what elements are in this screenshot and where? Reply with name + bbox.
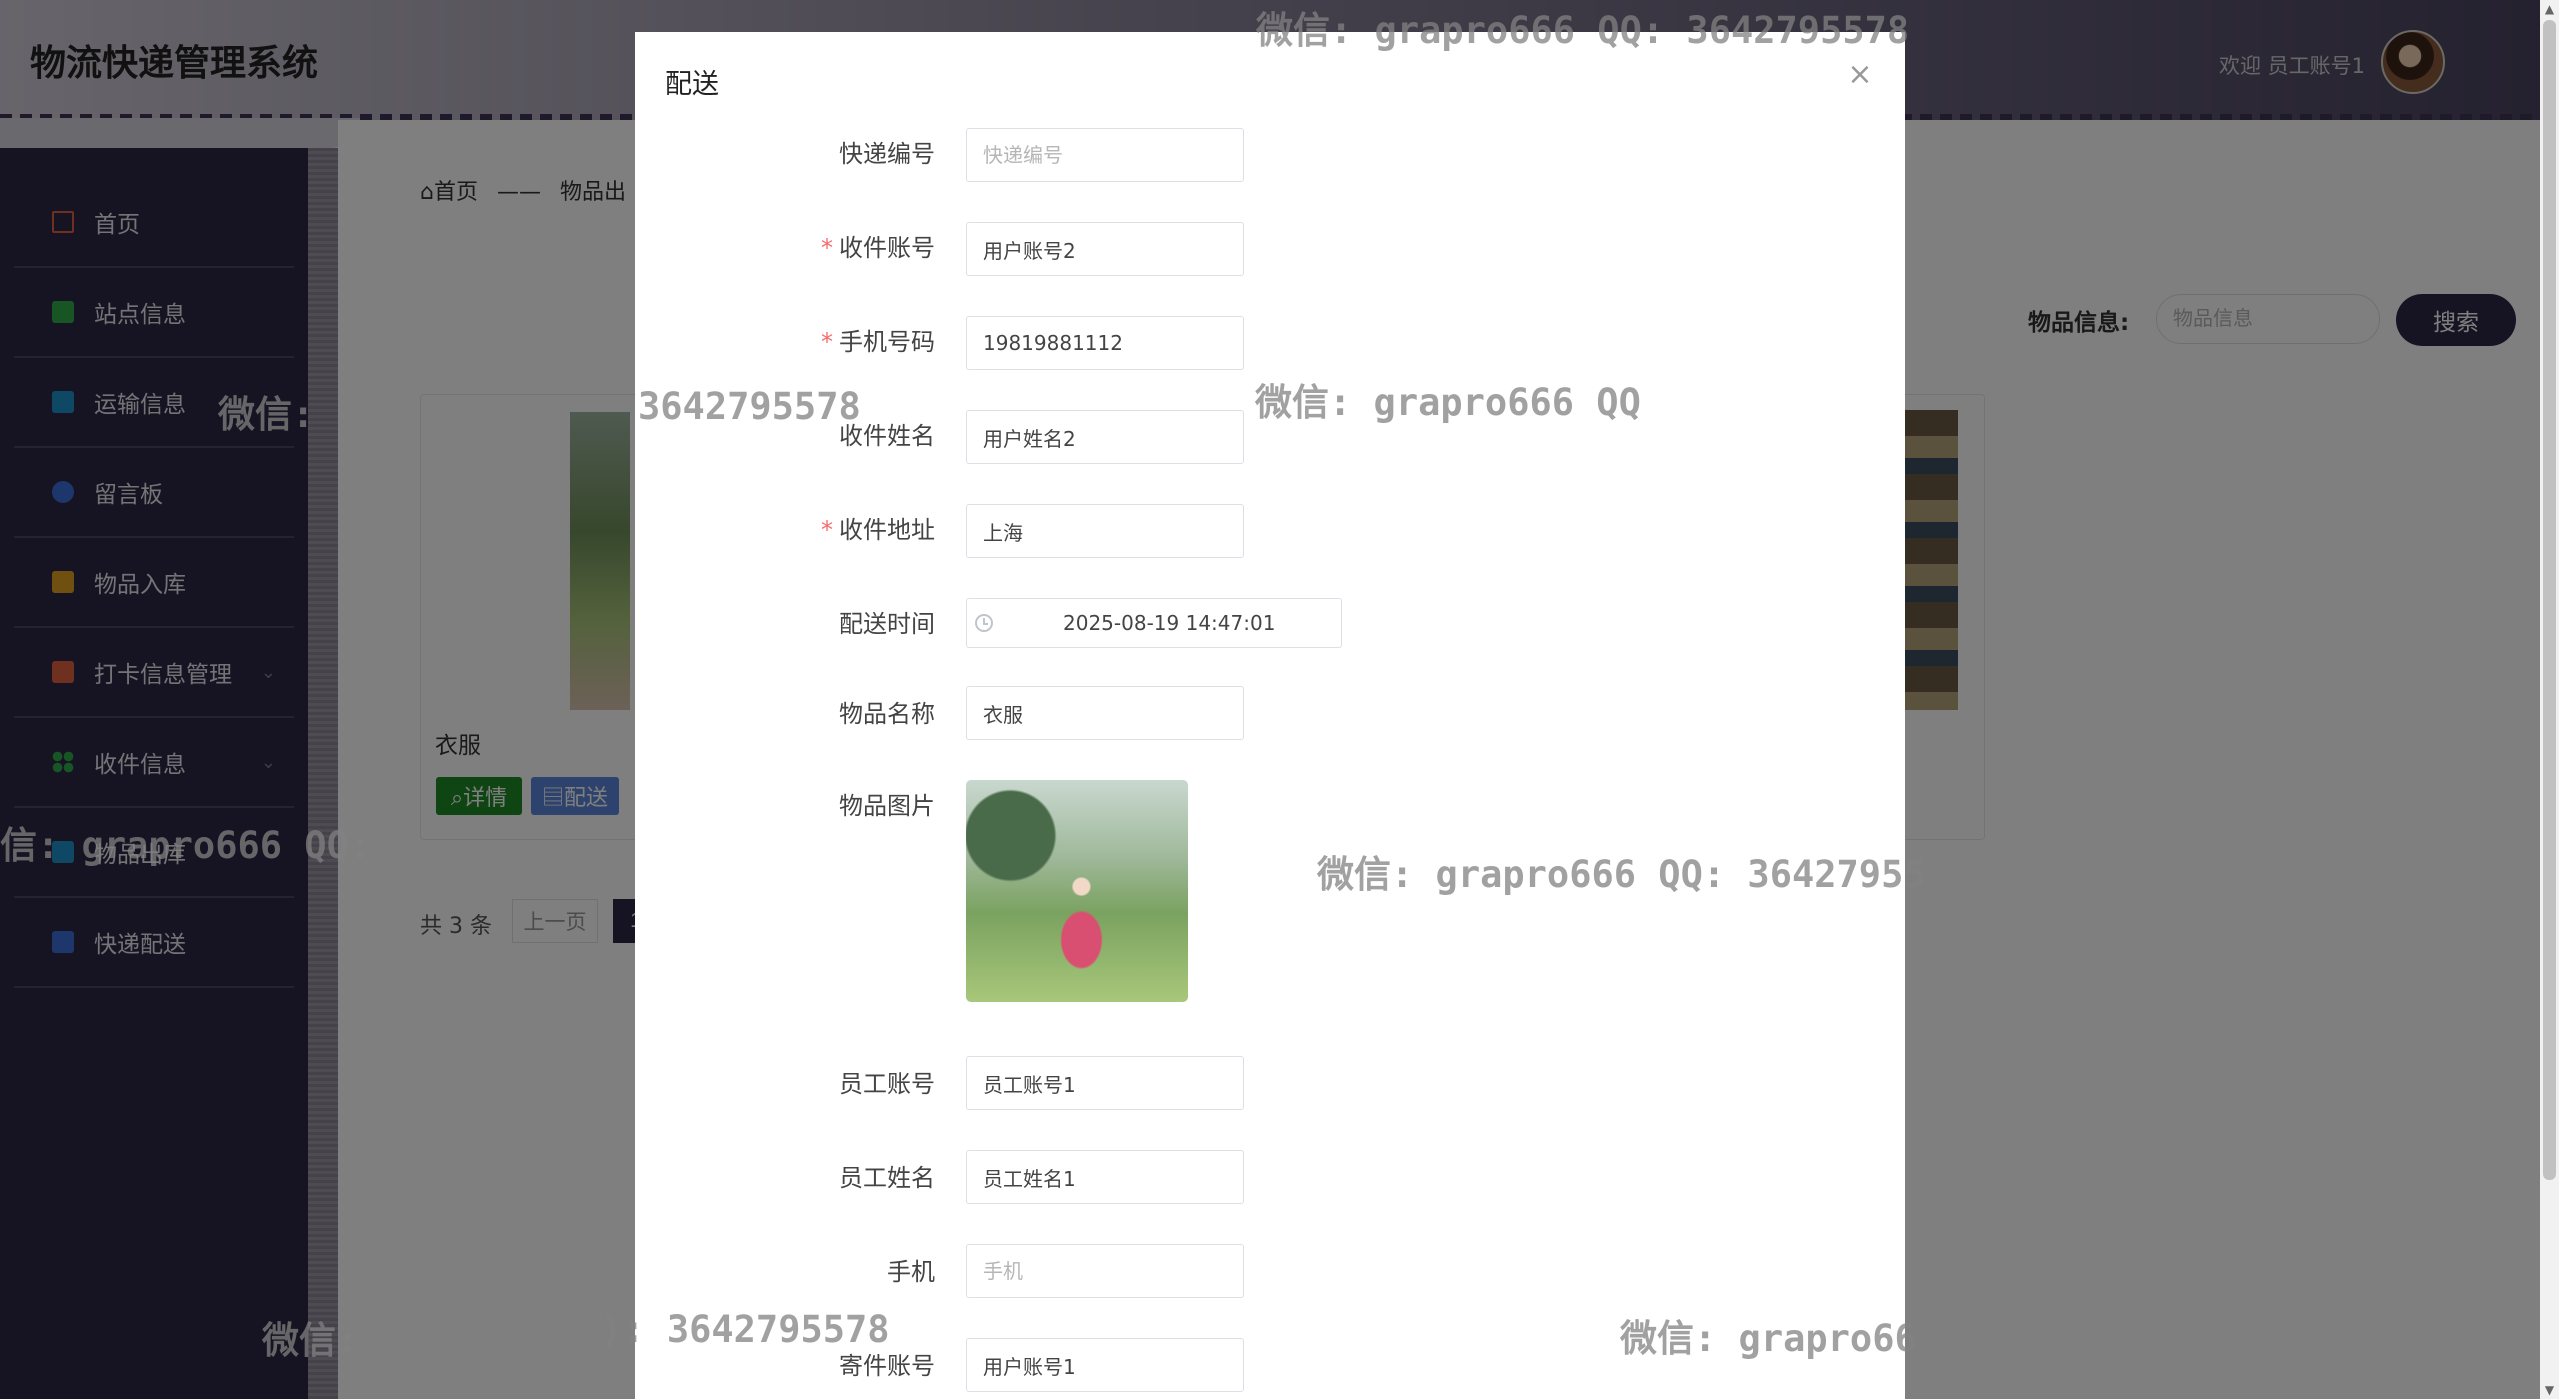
required-mark: * [821, 234, 833, 262]
item-name-label: 物品名称 [839, 700, 935, 728]
watermark: 微信: [218, 393, 315, 436]
item-image[interactable] [966, 780, 1188, 1002]
scroll-down-icon[interactable]: ▼ [2542, 1383, 2557, 1397]
recipient-account-label-text: 收件账号 [839, 234, 935, 262]
sender-account-input[interactable] [966, 1338, 1244, 1392]
item-name-input[interactable] [966, 686, 1244, 740]
tracking-no-label: 快递编号 [839, 140, 935, 168]
watermark: ): 3642795578 [600, 1308, 890, 1351]
recipient-name-input[interactable] [966, 410, 1244, 464]
staff-name-input[interactable] [966, 1150, 1244, 1204]
recipient-address-label: * 收件地址 [635, 510, 935, 545]
mobile-input[interactable] [966, 1244, 1244, 1298]
item-image-label: 物品图片 [839, 792, 935, 820]
staff-account-label: 员工账号 [839, 1070, 935, 1098]
watermark: 微信: grapro666 QQ [1255, 381, 1641, 424]
recipient-account-label: * 收件账号 [635, 228, 935, 263]
mobile-label: 手机 [887, 1258, 935, 1286]
watermark: 微信: [262, 1319, 359, 1362]
phone-label: * 手机号码 [635, 322, 935, 357]
required-mark: * [821, 328, 833, 356]
scrollbar-thumb[interactable] [2543, 20, 2556, 1180]
recipient-address-input[interactable] [966, 504, 1244, 558]
phone-input[interactable] [966, 316, 1244, 370]
watermark: 微信: grapro666 QQ: 3642795578 [1256, 9, 1910, 52]
delivery-time-value: 2025-08-19 14:47:01 [1063, 611, 1276, 635]
watermark: 微信: grapro666 QQ: 36427955 [1317, 853, 1926, 896]
phone-label-text: 手机号码 [839, 328, 935, 356]
recipient-address-label-text: 收件地址 [839, 516, 935, 544]
delivery-dialog: 配送 × 快递编号 *收件账号 *手机号码 收件姓名 *收件地址 配送时间 20… [635, 32, 1926, 1399]
watermark: 3642795578 [638, 385, 861, 428]
close-icon[interactable]: × [1845, 60, 1875, 90]
staff-name-label: 员工姓名 [839, 1164, 935, 1192]
dialog-title: 配送 [665, 69, 719, 100]
app-root: 物流快递管理系统 欢迎 员工账号1 首页 站点信息 运输信息 留言板 物品入库 … [0, 0, 2559, 1399]
clock-icon [975, 614, 993, 632]
sender-account-label: 寄件账号 [839, 1352, 935, 1380]
watermark: 微信: grapro66 [1620, 1317, 1917, 1360]
staff-account-input[interactable] [966, 1056, 1244, 1110]
recipient-account-input[interactable] [966, 222, 1244, 276]
required-mark: * [821, 516, 833, 544]
delivery-time-label: 配送时间 [839, 610, 935, 638]
tracking-no-input[interactable] [966, 128, 1244, 182]
scroll-up-icon[interactable]: ▲ [2542, 2, 2557, 16]
delivery-time-picker[interactable]: 2025-08-19 14:47:01 [966, 598, 1342, 648]
watermark: 信: grapro666 QQ: [0, 824, 372, 867]
